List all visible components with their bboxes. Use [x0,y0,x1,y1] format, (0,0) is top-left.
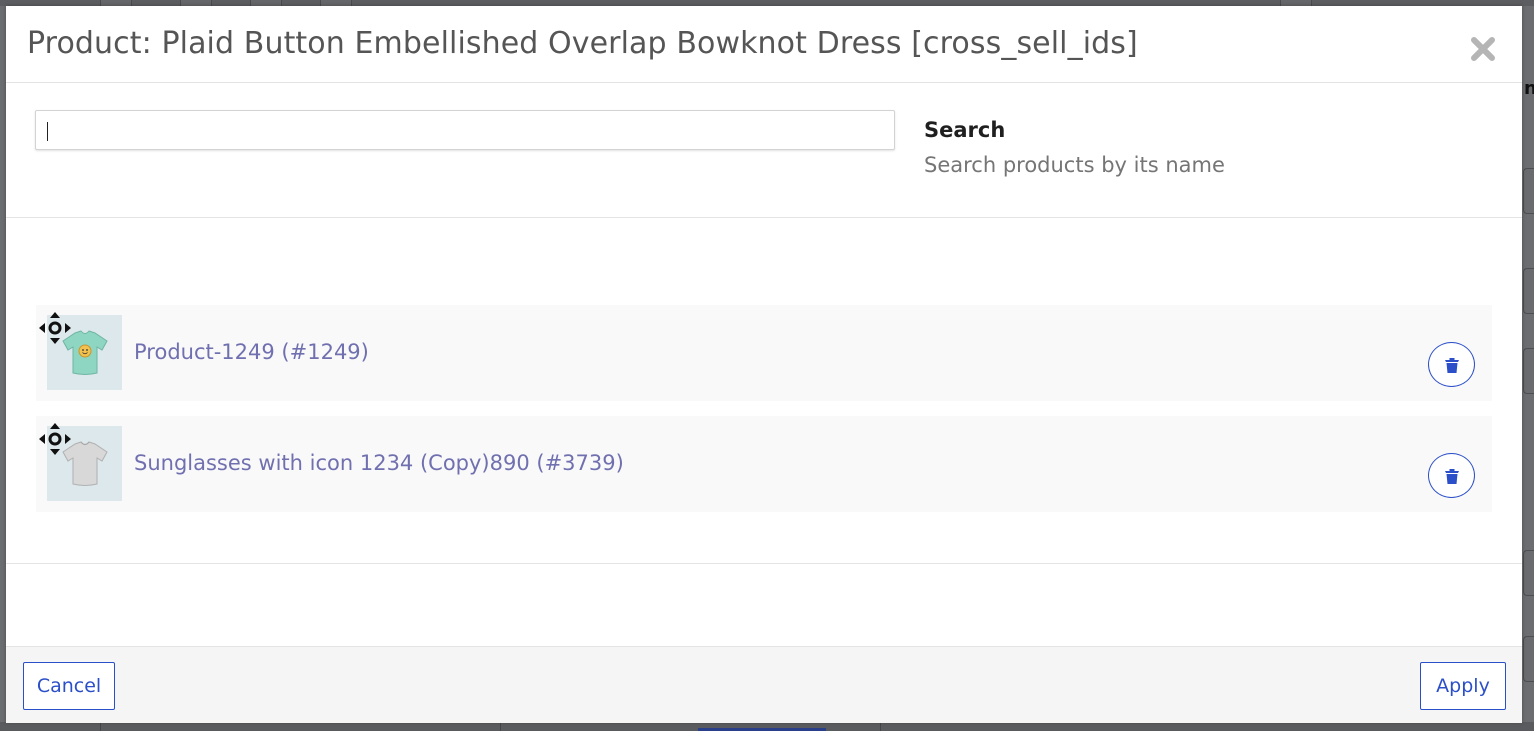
search-input[interactable] [35,110,895,150]
text-caret [47,122,48,141]
apply-button[interactable]: Apply [1420,662,1506,710]
search-label: Search [924,118,1006,142]
list-item: Product-1249 (#1249) [36,305,1492,401]
background-cell [100,722,501,731]
background-field [1523,636,1534,682]
search-help-text: Search products by its name [924,153,1225,177]
modal-footer: Cancel Apply [6,646,1522,723]
list-item: Sunglasses with icon 1234 (Copy)890 (#37… [36,416,1492,512]
background-bottom-bar [0,722,1534,731]
selected-products-list: Product-1249 (#1249) Sunglasses with ico… [6,218,1522,564]
modal-title: Product: Plaid Button Embellished Overla… [27,26,1138,61]
trash-icon [1444,357,1459,373]
product-link[interactable]: Product-1249 (#1249) [134,340,369,364]
background-field [1523,348,1534,394]
delete-button[interactable] [1428,453,1475,498]
trash-icon [1444,468,1459,484]
product-link[interactable]: Sunglasses with icon 1234 (Copy)890 (#37… [134,451,624,475]
close-icon[interactable] [1468,34,1498,64]
background-field [1523,168,1534,214]
modal-header: Product: Plaid Button Embellished Overla… [6,6,1522,83]
cancel-button[interactable]: Cancel [23,662,115,710]
delete-button[interactable] [1428,342,1475,387]
move-icon[interactable] [38,311,72,345]
background-field [1523,550,1534,596]
background-text-fragment: n [1524,78,1534,99]
product-picker-modal: Product: Plaid Button Embellished Overla… [6,6,1522,723]
search-section: Search Search products by its name [6,83,1522,218]
background-field [1523,268,1534,314]
move-icon[interactable] [38,422,72,456]
background-cell [880,722,1261,731]
